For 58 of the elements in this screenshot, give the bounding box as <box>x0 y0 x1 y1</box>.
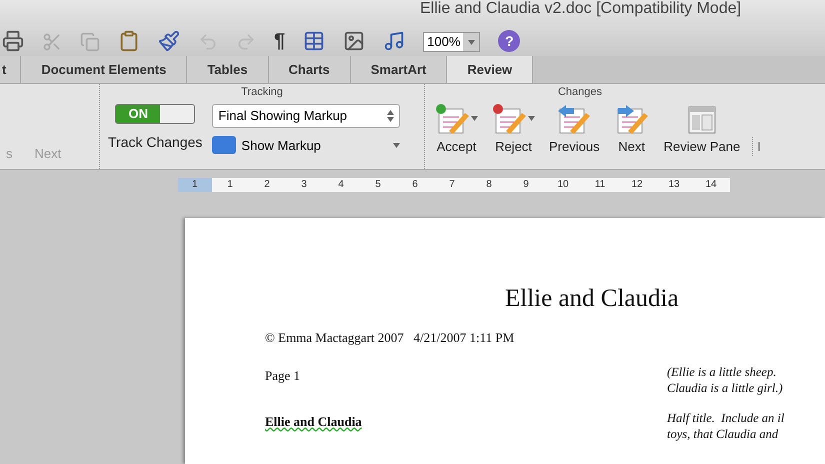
document-text: Page 1 <box>265 368 300 382</box>
zoom-field[interactable]: 100% <box>423 32 480 52</box>
document-note: toys, that Claudia and <box>667 426 780 442</box>
print-icon[interactable] <box>2 30 24 52</box>
group-title: Tracking <box>240 85 284 100</box>
document-note: Half title. Include an il <box>667 410 784 426</box>
review-pane-icon <box>686 104 717 134</box>
paste-icon[interactable] <box>118 30 140 52</box>
ruler-margin: 1 <box>178 178 212 192</box>
ribbon-tab[interactable]: SmartArt <box>350 56 448 83</box>
document-pencil-icon <box>435 102 471 134</box>
ribbon-tab[interactable]: t <box>0 56 22 83</box>
ruler-number: 9 <box>522 178 530 192</box>
document-pencil-icon <box>556 102 592 134</box>
ruler-number: 8 <box>485 178 493 192</box>
change-button[interactable]: Accept <box>433 102 480 156</box>
ruler-number: 3 <box>300 178 308 192</box>
ruler-number: 14 <box>704 178 718 192</box>
document-note: (Ellie is a little sheep. <box>667 364 778 380</box>
cut-label: I <box>752 136 761 156</box>
ruler-number: 6 <box>411 178 419 192</box>
ruler[interactable]: 1 1 2 3 4 5 6 7 8 9 10 11 12 13 14 <box>178 178 730 192</box>
ribbon-tab[interactable]: Charts <box>268 56 351 83</box>
ribbon-tab[interactable]: Tables <box>187 56 269 83</box>
track-changes-label: Track Changes <box>108 132 202 152</box>
document-note: Claudia is a little girl.) <box>667 380 783 396</box>
track-toggle[interactable]: ON <box>115 104 196 124</box>
document-text: Ellie and Claudia <box>265 414 362 428</box>
caret-icon[interactable] <box>468 40 475 44</box>
window-title: Ellie and Claudia v2.doc [Compatibility Mode] <box>420 0 742 18</box>
ribbon-tab[interactable]: Review <box>447 56 534 83</box>
help-button[interactable]: ? <box>498 30 520 52</box>
caret-icon[interactable] <box>528 116 535 121</box>
change-button[interactable]: Reject <box>490 102 537 156</box>
ruler-number: 10 <box>556 178 570 192</box>
change-button[interactable]: Previous <box>547 102 602 156</box>
document-meta: © Emma Mactaggart 2007 4/21/2007 1:11 PM <box>265 330 514 344</box>
ruler-number: 5 <box>374 178 382 192</box>
ruler-number: 1 <box>226 178 234 192</box>
ruler-number: 11 <box>594 178 606 192</box>
caret-icon[interactable] <box>471 116 478 121</box>
markup-select[interactable]: Final Showing Markup <box>212 104 400 128</box>
change-button[interactable]: Next <box>612 102 652 156</box>
caret-icon[interactable] <box>393 142 400 148</box>
show-markup-button[interactable]: Show Markup <box>212 136 400 155</box>
ribbon-tab[interactable]: Document Elements <box>21 56 188 83</box>
ruler-number: 13 <box>668 178 681 192</box>
ruler-number: 7 <box>448 178 456 192</box>
gallery-icon[interactable] <box>343 30 366 52</box>
pilcrow-button[interactable]: ¶ <box>274 30 286 52</box>
ruler-number: 4 <box>337 178 345 192</box>
change-button[interactable]: Review Pane <box>662 104 742 156</box>
document-title: Ellie and Claudia <box>505 285 679 312</box>
group-title: Changes <box>556 85 604 100</box>
brush-icon[interactable] <box>158 30 180 52</box>
ruler-number: 2 <box>263 178 271 192</box>
document-pencil-icon <box>492 102 528 134</box>
ruler-number: 12 <box>630 178 644 192</box>
